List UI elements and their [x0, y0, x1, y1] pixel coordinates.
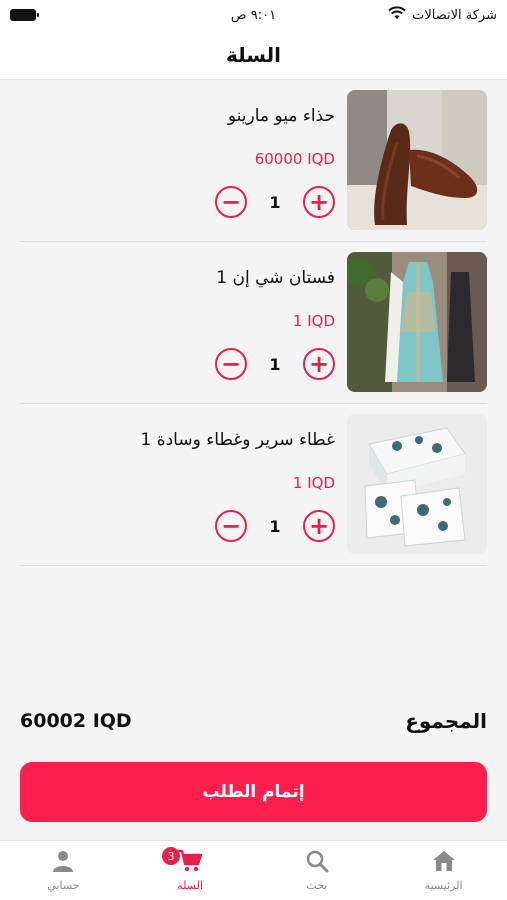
- header: السلة: [0, 30, 507, 80]
- increase-quantity-button[interactable]: +: [303, 186, 335, 218]
- quantity-stepper: − 1 +: [215, 347, 335, 381]
- battery-icon: [10, 9, 39, 21]
- bottom-nav: حسابي 3 السلة بحث الرئيسية: [0, 840, 507, 900]
- decrease-quantity-button[interactable]: −: [215, 186, 247, 218]
- cart-item: غطاء سرير وغطاء وسادة 1 1 IQD − 1 +: [20, 404, 487, 566]
- product-name: حذاء ميو مارينو: [227, 106, 335, 126]
- nav-label: حسابي: [47, 879, 80, 892]
- total-label: المجموع: [405, 709, 487, 733]
- cart-item: حذاء ميو مارينو 60000 IQD − 1 +: [20, 80, 487, 242]
- home-icon: [432, 849, 456, 873]
- nav-item-home[interactable]: الرئيسية: [380, 841, 507, 900]
- plus-icon: +: [308, 188, 330, 216]
- carrier-name: شركة الاتصالات: [412, 7, 497, 23]
- quantity-value: 1: [269, 192, 281, 212]
- wifi-icon: [388, 6, 406, 24]
- nav-item-search[interactable]: بحث: [254, 841, 381, 900]
- product-name: فستان شي إن 1: [216, 268, 335, 288]
- quantity-value: 1: [269, 354, 281, 374]
- product-name: غطاء سرير وغطاء وسادة 1: [140, 430, 335, 450]
- product-image-bedding[interactable]: [347, 414, 487, 554]
- page-title: السلة: [225, 42, 281, 67]
- quantity-value: 1: [269, 516, 281, 536]
- product-price: 1 IQD: [292, 474, 335, 492]
- minus-icon: −: [220, 350, 242, 378]
- cart-icon: [177, 849, 203, 873]
- decrease-quantity-button[interactable]: −: [215, 348, 247, 380]
- minus-icon: −: [220, 512, 242, 540]
- carrier-info: شركة الاتصالات: [388, 6, 497, 24]
- minus-icon: −: [220, 188, 242, 216]
- nav-label: الرئيسية: [424, 879, 463, 892]
- nav-item-account[interactable]: حسابي: [0, 841, 127, 900]
- order-total: 60002 IQD المجموع: [20, 706, 487, 736]
- product-price: 60000 IQD: [254, 150, 335, 168]
- checkout-button[interactable]: إتمام الطلب: [20, 762, 487, 822]
- nav-label: السلة: [177, 879, 203, 892]
- quantity-stepper: − 1 +: [215, 509, 335, 543]
- increase-quantity-button[interactable]: +: [303, 348, 335, 380]
- product-price: 1 IQD: [292, 312, 335, 330]
- search-icon: [305, 849, 329, 873]
- product-image-dress[interactable]: [347, 252, 487, 392]
- nav-item-cart[interactable]: 3 السلة: [127, 841, 254, 900]
- cart-count-badge: 3: [162, 847, 181, 865]
- battery-indicator: [10, 9, 39, 21]
- user-icon: [51, 849, 75, 873]
- decrease-quantity-button[interactable]: −: [215, 510, 247, 542]
- status-time: ٩:٠١ ص: [230, 7, 277, 23]
- plus-icon: +: [308, 512, 330, 540]
- cart-item: فستان شي إن 1 1 IQD − 1 +: [20, 242, 487, 404]
- product-image-shoes[interactable]: [347, 90, 487, 230]
- plus-icon: +: [308, 350, 330, 378]
- total-amount: 60002 IQD: [20, 710, 132, 732]
- quantity-stepper: − 1 +: [215, 185, 335, 219]
- increase-quantity-button[interactable]: +: [303, 510, 335, 542]
- nav-label: بحث: [306, 879, 328, 892]
- status-bar: ٩:٠١ ص شركة الاتصالات: [0, 0, 507, 30]
